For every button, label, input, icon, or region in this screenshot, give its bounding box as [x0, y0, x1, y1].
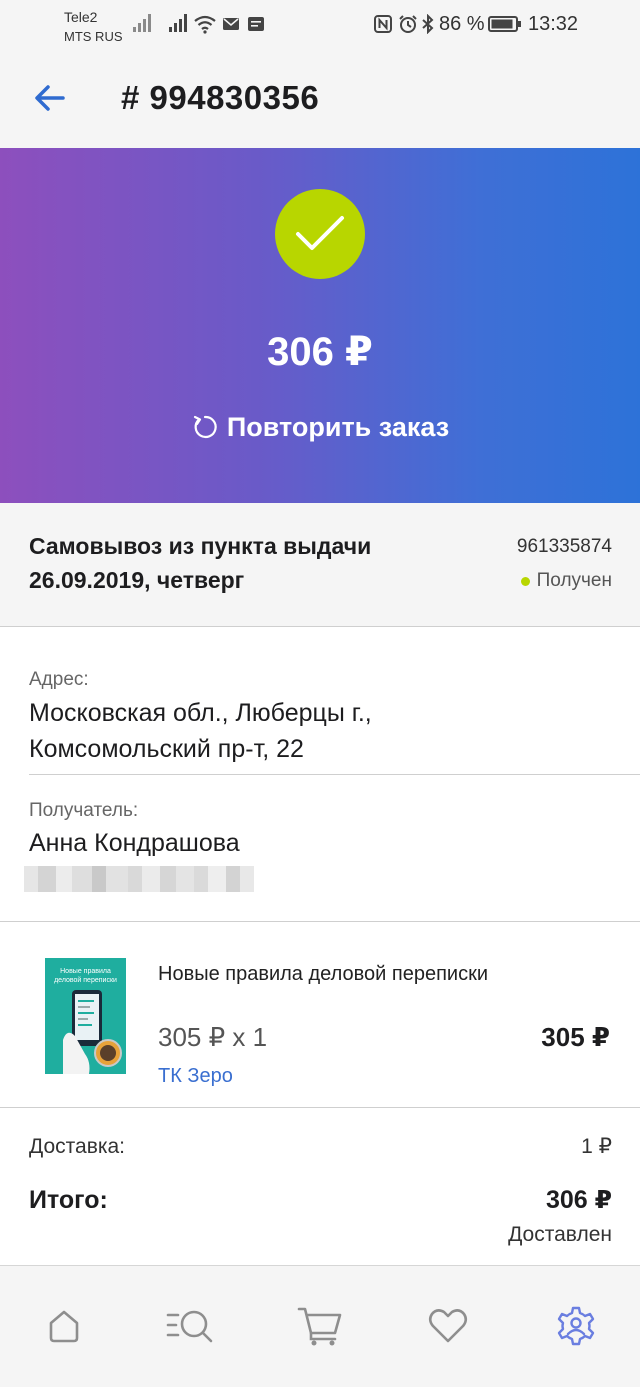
settings-gear-icon [557, 1306, 595, 1346]
battery-icon [488, 16, 521, 32]
nav-settings[interactable] [552, 1302, 600, 1350]
carrier-2: MTS RUS [64, 29, 123, 44]
divider [0, 1107, 640, 1108]
address-line-2: Комсомольский пр-т, 22 [29, 735, 304, 763]
app-header: # 994830356 [0, 48, 640, 148]
bottom-navigation [0, 1265, 640, 1387]
total-value: 306 ₽ [545, 1186, 612, 1214]
total-label: Итого: [29, 1186, 108, 1214]
arrow-left-icon [35, 85, 65, 111]
total-status: Доставлен [508, 1223, 612, 1246]
cart-icon [297, 1307, 342, 1346]
nfc-icon [374, 15, 392, 33]
check-icon [296, 216, 344, 250]
delivery-status: Получен [520, 569, 612, 593]
delivery-type: Самовывоз из пункта выдачи 26.09.2019, ч… [29, 529, 371, 597]
product-cover-image[interactable]: Новые правила деловой переписки [45, 958, 126, 1074]
delivery-cost-label: Доставка: [29, 1135, 126, 1158]
carrier-1: Tele2 [64, 9, 98, 25]
repeat-icon [193, 415, 217, 439]
status-bar: Tele2 MTS RUS 86 % 13:32 [0, 0, 640, 48]
delivery-summary: Самовывоз из пункта выдачи 26.09.2019, ч… [0, 503, 640, 627]
recipient-label: Получатель: [29, 800, 139, 821]
catalog-search-icon [166, 1310, 213, 1343]
product-name[interactable]: Новые правила деловой переписки [158, 961, 488, 987]
order-number-title: # 994830356 [121, 79, 320, 116]
order-total-amount: 306 ₽ [267, 330, 373, 374]
favorites-heart-icon [428, 1309, 468, 1343]
divider [29, 774, 640, 775]
status-dot-icon [520, 576, 530, 586]
nav-catalog[interactable] [166, 1302, 214, 1350]
product-price-quantity: 305 ₽ x 1 [158, 1022, 268, 1052]
order-status-banner: 306 ₽ Повторить заказ [0, 148, 640, 503]
repeat-order-label: Повторить заказ [226, 412, 450, 442]
product-seller-link[interactable]: ТК Зеро [158, 1062, 233, 1090]
nav-home[interactable] [40, 1302, 88, 1350]
svg-text:Новые правила: Новые правила [60, 968, 111, 975]
repeat-order-button[interactable]: Повторить заказ [0, 410, 640, 444]
signal-1-icon [133, 14, 151, 32]
message-icon [248, 17, 264, 31]
recipient-name: Анна Кондрашова [29, 829, 240, 857]
delivery-status-text: Получен [536, 570, 612, 591]
status-check-badge [275, 189, 365, 279]
address-line-1: Московская обл., Люберцы г., [29, 699, 372, 727]
product-sum: 305 ₽ [541, 1022, 610, 1052]
alarm-icon [399, 15, 417, 33]
address-label: Адрес: [29, 669, 89, 690]
mail-icon [223, 18, 239, 30]
clock: 13:32 [528, 13, 579, 35]
divider [0, 921, 640, 922]
book-cover-illustration: Новые правила деловой переписки [45, 958, 126, 1074]
delivery-date: 26.09.2019, четверг [29, 567, 245, 593]
delivery-method: Самовывоз из пункта выдачи [29, 533, 372, 559]
back-button[interactable] [24, 74, 76, 122]
svg-text:деловой переписки: деловой переписки [54, 976, 117, 984]
delivery-cost-value: 1 ₽ [581, 1135, 612, 1158]
nav-favorites[interactable] [424, 1302, 472, 1350]
recipient-phone-redacted [24, 866, 254, 892]
carrier-names: Tele2 MTS RUS [64, 7, 123, 47]
battery-percent: 86 % [439, 13, 485, 35]
home-icon [49, 1310, 79, 1343]
bluetooth-icon [422, 14, 434, 34]
wifi-icon [194, 15, 216, 34]
nav-cart[interactable] [296, 1302, 344, 1350]
signal-2-icon [169, 14, 187, 32]
pickup-code: 961335874 [516, 536, 612, 557]
